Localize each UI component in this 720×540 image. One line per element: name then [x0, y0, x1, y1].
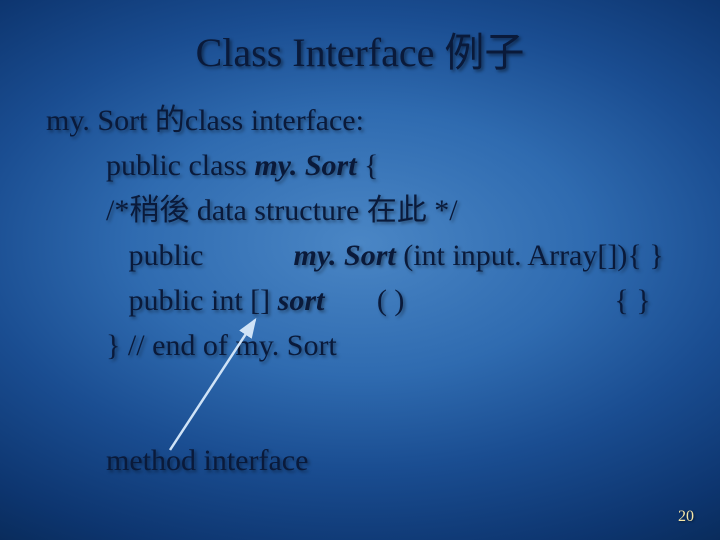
slide-body: my. Sort 的class interface: public class … [46, 98, 700, 368]
intro-line: my. Sort 的class interface: [46, 98, 700, 143]
code-l3-pre: public [106, 239, 294, 272]
code-l4-em: sort [278, 284, 325, 317]
method-interface-label: method interface [106, 444, 308, 478]
code-line-3: public my. Sort (int input. Array[]){ } [46, 233, 700, 278]
code-l3-post: (int input. Array[]){ } [396, 239, 664, 272]
code-l1-post: { [357, 149, 379, 182]
code-line-4: public int [] sort ( ) { } [46, 278, 700, 323]
code-l3-em: my. Sort [294, 239, 396, 272]
code-l1-pre: public class [106, 149, 254, 182]
arrow-icon [150, 310, 280, 460]
code-line-2: /*稍後 data structure 在此 */ [46, 188, 700, 233]
code-line-1: public class my. Sort { [46, 143, 700, 188]
page-number: 20 [678, 508, 694, 526]
code-l4-post: ( ) { } [324, 284, 650, 317]
code-l1-em: my. Sort [254, 149, 356, 182]
slide: Class Interface 例子 my. Sort 的class inter… [0, 0, 720, 540]
code-line-5: } // end of my. Sort [46, 323, 700, 368]
slide-title: Class Interface 例子 [0, 20, 720, 78]
